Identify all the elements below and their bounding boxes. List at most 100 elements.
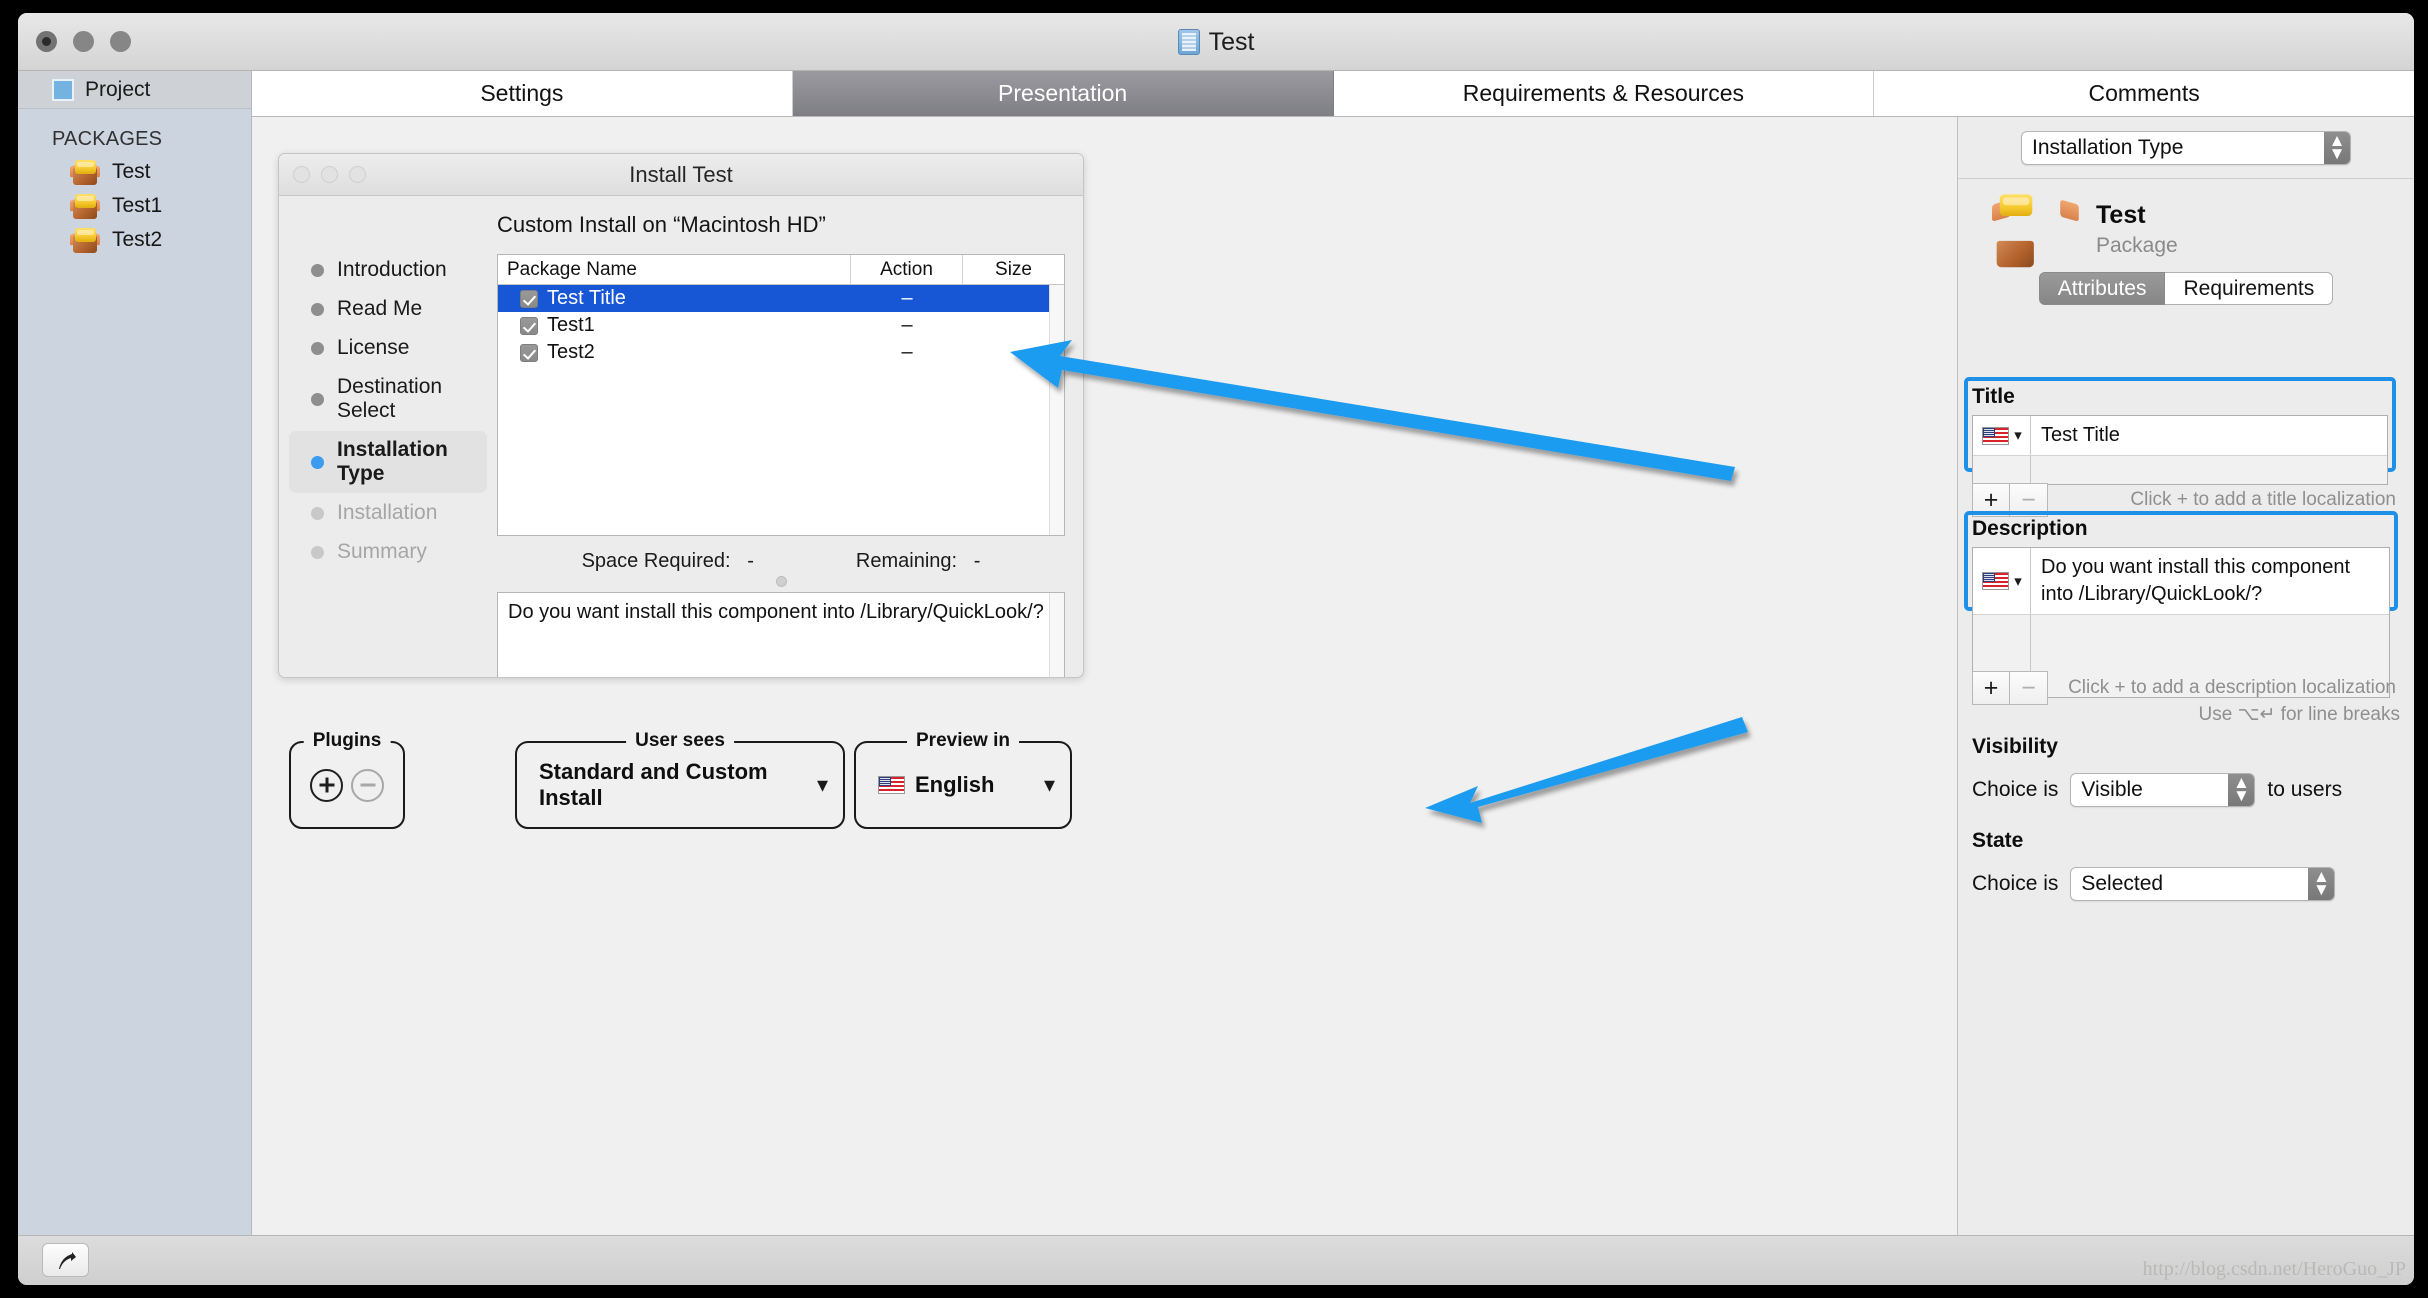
tab-comments[interactable]: Comments — [1874, 71, 2414, 116]
title-bar: Test — [18, 13, 2414, 71]
tab-requirements[interactable]: Requirements — [2165, 272, 2334, 305]
title-language-selector-empty[interactable] — [1973, 456, 2031, 484]
window-title-text: Test — [1208, 27, 1255, 56]
step-destination-select[interactable]: Destination Select — [289, 368, 487, 430]
inspector-item-kind: Package — [2096, 234, 2178, 257]
visibility-popup-button[interactable]: Visible ▲ ▼ — [2070, 773, 2256, 807]
watermark-text: http://blog.csdn.net/HeroGuo_JP — [2142, 1258, 2406, 1280]
package-checkbox[interactable] — [520, 316, 538, 335]
column-header-package-name[interactable]: Package Name — [498, 255, 851, 284]
tab-requirements-resources[interactable]: Requirements & Resources — [1333, 71, 1875, 116]
preview-in-value: English — [915, 772, 995, 797]
chevron-updown-icon: ▾ — [2014, 572, 2021, 590]
title-localization-table: ▾ Test Title — [1972, 415, 2388, 485]
package-checkbox[interactable] — [520, 343, 538, 362]
installer-title-bar: Install Test — [279, 154, 1083, 196]
package-action-cell: – — [901, 314, 913, 336]
table-row[interactable]: ▾ Do you want install this component int… — [1973, 548, 2389, 615]
description-section-heading: Description — [1972, 517, 2088, 540]
state-heading: State — [1972, 829, 2024, 852]
tab-presentation[interactable]: Presentation — [792, 71, 1334, 116]
split-handle[interactable] — [497, 573, 1065, 592]
installer-description-text: Do you want install this component into … — [508, 601, 1044, 623]
step-label: License — [337, 336, 410, 359]
preview-in-popup[interactable]: English ▾ — [856, 743, 1070, 827]
table-row[interactable]: Test1 – — [498, 312, 1064, 339]
title-value-field-empty[interactable] — [2031, 456, 2387, 484]
us-flag-icon — [1982, 572, 2010, 590]
step-introduction[interactable]: Introduction — [289, 251, 487, 289]
package-checkbox[interactable] — [520, 289, 538, 308]
table-row[interactable]: ▾ Test Title — [1973, 416, 2387, 456]
title-hint: Click + to add a title localization — [2130, 489, 2396, 510]
add-description-localization-button[interactable]: + — [1972, 671, 2010, 705]
package-action-cell: – — [901, 341, 913, 363]
chevron-updown-icon: ▲ ▼ — [2308, 868, 2335, 900]
step-dot-icon — [311, 341, 324, 355]
export-button[interactable] — [42, 1243, 89, 1277]
step-read-me[interactable]: Read Me — [289, 290, 487, 328]
user-sees-popup[interactable]: Standard and Custom Install ▾ — [517, 743, 843, 827]
sidebar-item-test1[interactable]: Test1 — [18, 189, 251, 223]
step-summary[interactable]: Summary — [289, 533, 487, 571]
step-installation-type[interactable]: Installation Type — [289, 431, 487, 493]
step-installation[interactable]: Installation — [289, 494, 487, 532]
description-add-remove-buttons: + − — [1972, 671, 2048, 705]
sidebar-item-project[interactable]: Project — [18, 71, 251, 109]
pane-popup-button[interactable]: Installation Type ▲ ▼ — [2021, 130, 2351, 165]
export-arrow-icon — [58, 1252, 76, 1269]
package-name-cell: Test2 — [498, 341, 851, 364]
inspector-segmented-control: Attributes Requirements — [1958, 272, 2414, 305]
app-window: Test Project PACKAGES Test Test1 Test2 S… — [18, 13, 2414, 1285]
table-row[interactable]: Test Title – — [498, 285, 1064, 312]
installer-main-pane: Custom Install on “Macintosh HD” Package… — [497, 196, 1083, 677]
title-language-selector[interactable]: ▾ — [1973, 416, 2031, 455]
split-knob-icon — [775, 576, 787, 587]
chevron-updown-icon: ▾ — [2014, 427, 2021, 444]
us-flag-icon — [1982, 426, 2010, 445]
chevron-updown-icon: ▲ ▼ — [2324, 131, 2350, 164]
title-section: Title ▾ Test Title — [1972, 385, 2388, 485]
description-language-selector[interactable]: ▾ — [1973, 548, 2031, 614]
title-value-field[interactable]: Test Title — [2031, 416, 2387, 455]
chevron-updown-icon: ▲ ▼ — [2228, 774, 2255, 806]
package-name-text: Test Title — [547, 287, 626, 309]
bottom-bar: http://blog.csdn.net/HeroGuo_JP — [18, 1235, 2414, 1285]
chevron-updown-icon: ▾ — [1043, 772, 1055, 797]
tab-settings[interactable]: Settings — [252, 71, 793, 116]
description-scrollbar[interactable] — [1049, 593, 1064, 677]
installer-description-box: Do you want install this component into … — [497, 592, 1065, 677]
installer-body: Introduction Read Me License Destination… — [279, 196, 1083, 677]
sidebar-item-label: Test2 — [112, 228, 163, 251]
state-value: Selected — [2081, 872, 2164, 895]
column-header-action[interactable]: Action — [851, 255, 963, 284]
table-row[interactable]: Test2 – — [498, 339, 1064, 366]
step-label: Installation Type — [337, 438, 448, 485]
space-required-value: - — [747, 550, 754, 572]
tab-attributes[interactable]: Attributes — [2038, 272, 2166, 305]
step-dot-icon — [311, 506, 324, 520]
package-icon — [70, 227, 100, 253]
add-plugin-button[interactable] — [310, 768, 343, 802]
preview-in-group: Preview in English ▾ — [854, 730, 1072, 829]
step-label: Destination Select — [337, 375, 443, 422]
remaining-value: - — [973, 550, 981, 572]
state-popup-button[interactable]: Selected ▲ ▼ — [2070, 867, 2336, 901]
step-license[interactable]: License — [289, 329, 487, 367]
step-dot-icon — [311, 455, 324, 469]
package-name-cell: Test1 — [498, 314, 851, 337]
document-icon — [1177, 29, 1200, 55]
table-row[interactable] — [1973, 456, 2387, 484]
sidebar-item-test2[interactable]: Test2 — [18, 223, 251, 257]
remove-description-localization-button[interactable]: − — [2010, 671, 2048, 705]
package-icon — [1992, 192, 2079, 267]
remaining-label: Remaining: — [855, 550, 958, 572]
column-header-size[interactable]: Size — [963, 255, 1064, 284]
plugins-group: Plugins — [289, 730, 405, 829]
package-table-scrollbar[interactable] — [1049, 285, 1064, 535]
description-value-field[interactable]: Do you want install this component into … — [2031, 548, 2389, 614]
installer-preview-window: Install Test Introduction Read Me Licens… — [278, 153, 1084, 678]
sidebar-item-test[interactable]: Test — [18, 155, 251, 189]
remove-plugin-button[interactable] — [351, 768, 384, 802]
installer-minimize-button — [321, 166, 338, 183]
